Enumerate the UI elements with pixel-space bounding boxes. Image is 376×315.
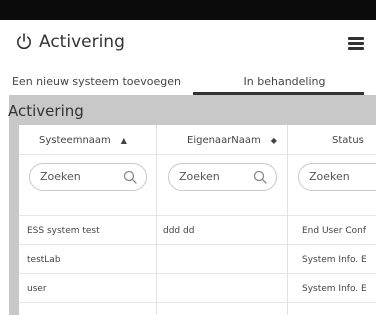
top-black-bar — [0, 0, 376, 20]
activation-table: Systeemnaam ▲ EigenaarNaam ◆ Status Zoek… — [19, 125, 376, 315]
column-header-ownername[interactable]: EigenaarNaam ◆ — [187, 125, 277, 155]
column-header-label: EigenaarNaam — [187, 134, 261, 146]
cell-systemname: testLab — [27, 254, 61, 265]
column-header-status[interactable]: Status — [332, 125, 364, 155]
tab-in-progress[interactable]: In behandeling — [193, 67, 376, 95]
cell-ownername: ddd dd — [163, 225, 195, 236]
cell-ownername — [163, 245, 283, 274]
sort-ascending-icon[interactable]: ▲ — [121, 136, 127, 145]
cell-status: System Info. E — [302, 254, 367, 265]
search-input-systemname[interactable]: Zoeken — [29, 163, 147, 191]
filter-cell: Zoeken — [19, 155, 157, 195]
table-row[interactable]: ESS system test ddd dd End User Conf — [19, 215, 376, 244]
hamburger-menu-icon[interactable] — [348, 37, 364, 50]
search-placeholder: Zoeken — [309, 170, 350, 183]
cell-status: System Info. E — [302, 283, 367, 294]
column-header-label: Systeemnaam — [39, 134, 111, 146]
app-header: Activering — [0, 20, 376, 67]
search-placeholder: Zoeken — [40, 170, 81, 183]
tab-label: Een nieuw systeem toevoegen — [11, 74, 182, 88]
search-input-ownername[interactable]: Zoeken — [168, 163, 277, 191]
power-icon — [17, 33, 31, 50]
table-header: Systeemnaam ▲ EigenaarNaam ◆ Status — [19, 125, 376, 155]
page-title: Activering — [39, 32, 125, 52]
search-placeholder: Zoeken — [179, 170, 220, 183]
cell-status: End User Conf — [302, 225, 367, 236]
table-row[interactable]: user System Info. E — [19, 273, 376, 302]
cell-systemname: user — [27, 283, 47, 294]
cell-ownername — [163, 274, 283, 303]
panel-title: Activering — [8, 102, 84, 120]
cell-systemname: ESS system test — [27, 225, 100, 236]
search-input-status[interactable]: Zoeken — [298, 163, 376, 191]
sort-icon[interactable]: ◆ — [271, 136, 277, 145]
filter-cell: Zoeken — [288, 155, 376, 195]
filter-cell: Zoeken — [157, 155, 288, 195]
tab-label: In behandeling — [243, 74, 326, 88]
column-header-systemname[interactable]: Systeemnaam ▲ — [39, 125, 127, 155]
tab-add-new-system[interactable]: Een nieuw systeem toevoegen — [0, 67, 193, 95]
column-header-label: Status — [332, 134, 364, 146]
table-row-divider — [19, 302, 376, 315]
table-row[interactable]: testLab System Info. E — [19, 244, 376, 273]
search-icon[interactable] — [123, 170, 137, 184]
search-icon[interactable] — [253, 170, 267, 184]
tab-bar: Een nieuw systeem toevoegen In behandeli… — [0, 67, 376, 95]
